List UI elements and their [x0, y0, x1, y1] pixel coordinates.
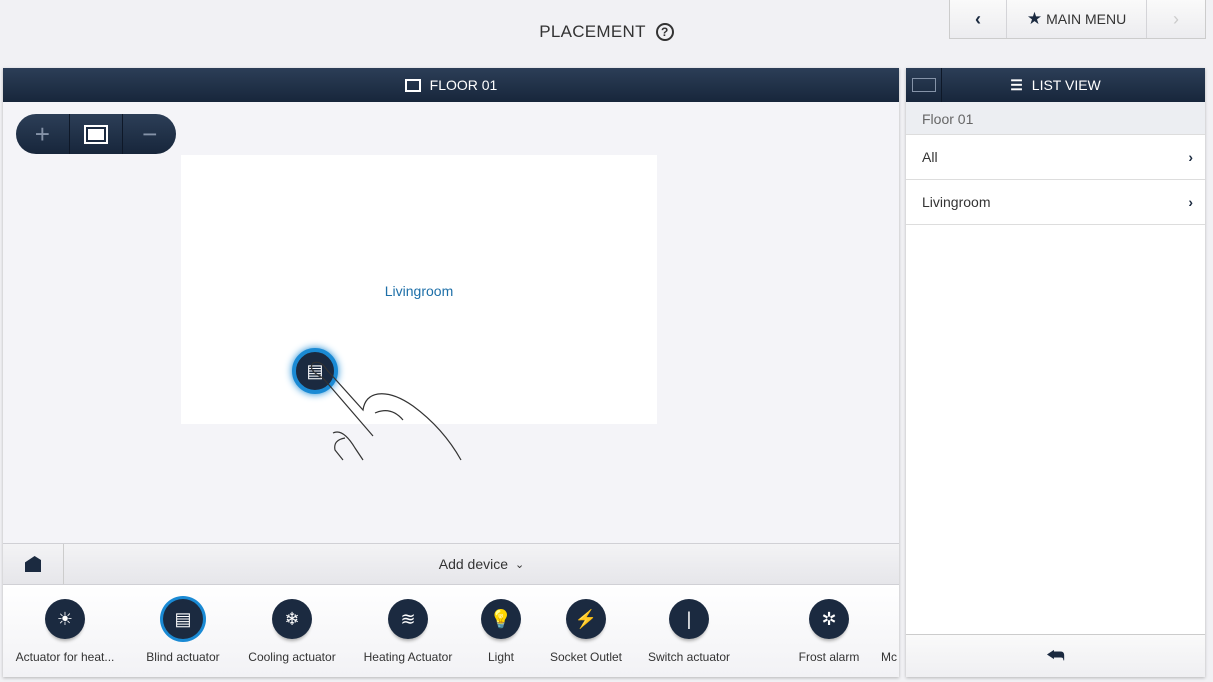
device-icon: ⚡: [566, 599, 606, 639]
list-panel: ☰ LIST VIEW Floor 01 All › Livingroom › ⮪: [906, 68, 1205, 677]
star-icon: ★: [1026, 9, 1043, 28]
top-navigation: ‹ ★ MAIN MENU ›: [949, 0, 1206, 39]
chevron-right-icon: ›: [1188, 194, 1193, 210]
device-icon: ❄: [272, 599, 312, 639]
forward-button[interactable]: ›: [1147, 0, 1205, 38]
device-actuator-for-heat[interactable]: ☀ Actuator for heat...: [5, 585, 125, 664]
add-device-bar: Add device ⌄: [3, 543, 899, 585]
device-icon: ☀: [45, 599, 85, 639]
device-label: Switch actuator: [647, 650, 731, 664]
device-blind-actuator[interactable]: ▤ Blind actuator: [123, 585, 243, 664]
device-label: Actuator for heat...: [15, 650, 115, 664]
fit-icon: [86, 126, 106, 142]
reply-arrow-icon: ⮪: [1046, 644, 1065, 667]
list-item-all[interactable]: All ›: [906, 135, 1205, 180]
help-icon[interactable]: ?: [655, 23, 674, 41]
device-strip: ☀ Actuator for heat... ▤ Blind actuator ❄ Coo…: [3, 585, 899, 677]
device-switch-actuator[interactable]: | Switch actuator: [629, 585, 749, 664]
zoom-controls: + −: [16, 114, 176, 154]
add-device-dropdown[interactable]: Add device ⌄: [64, 544, 899, 584]
device-label: Socket Outlet: [549, 650, 623, 664]
device-icon: ✲: [809, 599, 849, 639]
device-label: Cooling actuator: [248, 650, 336, 664]
home-icon: [25, 556, 41, 572]
zoom-in-button[interactable]: +: [16, 114, 70, 154]
list-header: ☰ LIST VIEW: [906, 68, 1205, 102]
device-label: Blind actuator: [146, 650, 220, 664]
main-menu-button[interactable]: ★ MAIN MENU: [1007, 0, 1147, 38]
collapse-panel-button[interactable]: [906, 68, 942, 102]
panel-icon: [911, 78, 936, 92]
device-label: Frost alarm: [798, 650, 860, 664]
breadcrumb: Floor 01: [906, 102, 1205, 135]
device-frost-alarm[interactable]: ✲ Frost alarm: [769, 585, 889, 664]
zoom-fit-button[interactable]: [70, 114, 124, 154]
room-label[interactable]: Livingroom: [181, 283, 657, 299]
device-icon: ≋: [388, 599, 428, 639]
floor-header: FLOOR 01: [3, 68, 899, 102]
device-icon: ▤: [163, 599, 203, 639]
chevron-down-icon: ⌄: [515, 558, 525, 571]
device-icon: 💡: [481, 599, 521, 639]
list-icon: ☰: [1010, 76, 1023, 93]
zoom-out-button[interactable]: −: [123, 114, 176, 154]
chevron-right-icon: ›: [1188, 149, 1193, 165]
list-item-livingroom[interactable]: Livingroom ›: [906, 180, 1205, 225]
return-button[interactable]: ⮪: [906, 634, 1205, 677]
floor-plan-icon: [404, 78, 421, 92]
back-button[interactable]: ‹: [950, 0, 1007, 38]
device-icon: |: [669, 599, 709, 639]
device-cooling-actuator[interactable]: ❄ Cooling actuator: [232, 585, 352, 664]
device-socket-outlet[interactable]: ⚡ Socket Outlet: [526, 585, 646, 664]
hand-pointer-illustration: [310, 361, 462, 461]
home-button[interactable]: [3, 544, 64, 584]
floor-panel: FLOOR 01 + − Livingroom ▤ Add device ⌄ ☀ A…: [3, 68, 899, 677]
